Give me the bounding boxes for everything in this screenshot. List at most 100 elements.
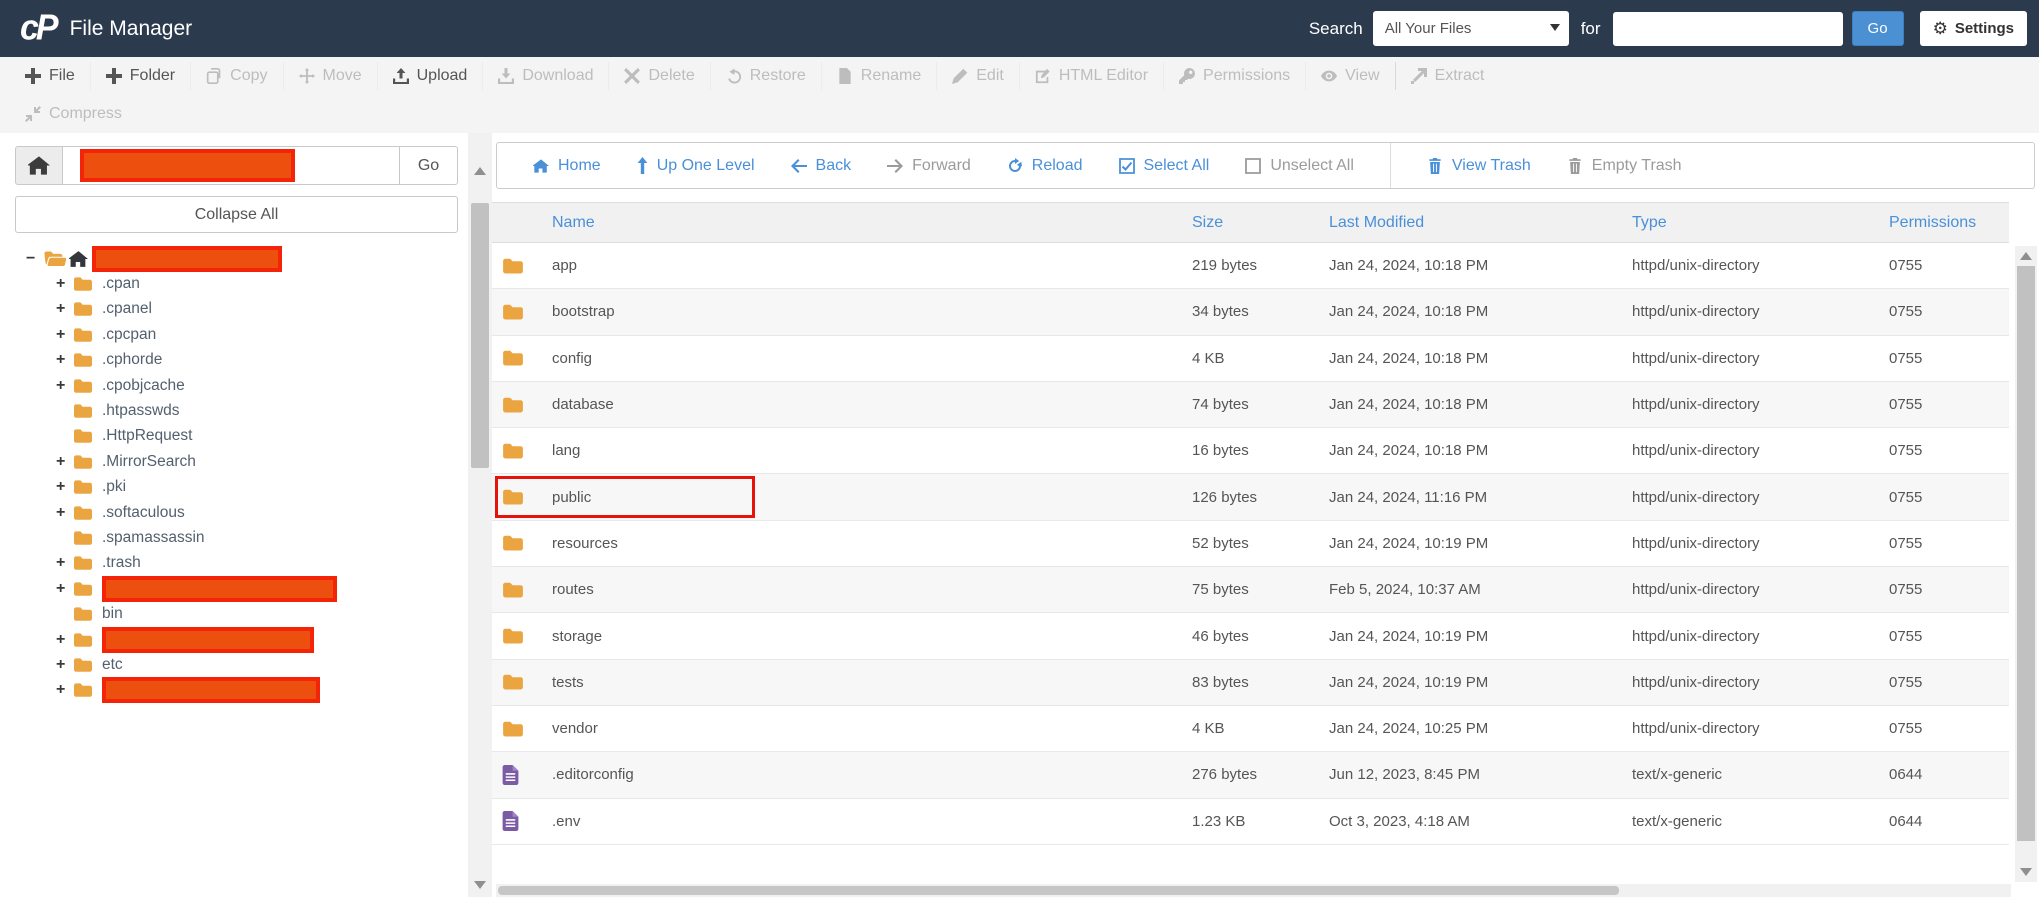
expand-icon[interactable]: + xyxy=(56,656,73,674)
settings-button[interactable]: ⚙ Settings xyxy=(1920,11,2027,46)
tree-item[interactable]: bin xyxy=(0,601,468,626)
tree-item[interactable]: .spamassassin xyxy=(0,525,468,550)
expand-icon[interactable]: + xyxy=(56,275,73,293)
table-row[interactable]: database 74 bytes Jan 24, 2024, 10:18 PM… xyxy=(492,382,2009,428)
horizontal-scrollbar[interactable] xyxy=(496,884,2011,897)
path-go-button[interactable]: Go xyxy=(400,146,458,185)
tree-item[interactable]: +.cpcpan xyxy=(0,322,468,347)
restore-button[interactable]: Restore xyxy=(710,62,821,90)
download-button[interactable]: Download xyxy=(482,62,608,90)
tree-item-root[interactable]: − xyxy=(0,246,468,271)
table-row[interactable]: lang 16 bytes Jan 24, 2024, 10:18 PM htt… xyxy=(492,428,2009,474)
compress-button[interactable]: Compress xyxy=(10,100,137,128)
table-row[interactable]: config 4 KB Jan 24, 2024, 10:18 PM httpd… xyxy=(492,336,2009,382)
expand-icon[interactable]: + xyxy=(56,554,73,572)
forward-button[interactable]: Forward xyxy=(887,157,971,175)
column-name[interactable]: Name xyxy=(492,214,1192,232)
reload-button[interactable]: Reload xyxy=(1007,157,1083,175)
expand-icon[interactable]: + xyxy=(56,504,73,522)
unselect-all-button[interactable]: Unselect All xyxy=(1245,157,1354,175)
column-type[interactable]: Type xyxy=(1632,214,1889,232)
folder-icon xyxy=(73,454,93,470)
expand-icon[interactable]: + xyxy=(56,326,73,344)
scrollbar-thumb[interactable] xyxy=(498,886,1619,895)
search-input[interactable] xyxy=(1613,12,1843,46)
table-scrollbar[interactable] xyxy=(2015,246,2037,882)
column-modified[interactable]: Last Modified xyxy=(1329,214,1632,232)
table-row[interactable]: vendor 4 KB Jan 24, 2024, 10:25 PM httpd… xyxy=(492,706,2009,752)
file-list-pane: Home Up One Level Back Forward Reload Se… xyxy=(492,133,2039,897)
tree-item[interactable]: .htpasswds xyxy=(0,398,468,423)
tree-item[interactable]: .HttpRequest xyxy=(0,424,468,449)
file-size: 276 bytes xyxy=(1192,766,1329,783)
table-row[interactable]: resources 52 bytes Jan 24, 2024, 10:19 P… xyxy=(492,521,2009,567)
tree-item[interactable]: +.cpobjcache xyxy=(0,373,468,398)
table-row-public[interactable]: public 126 bytes Jan 24, 2024, 11:16 PM … xyxy=(492,474,2009,520)
tree-item[interactable]: +.trash xyxy=(0,551,468,576)
tree-item[interactable]: + xyxy=(0,678,468,703)
view-trash-button[interactable]: View Trash xyxy=(1427,157,1531,175)
expand-icon[interactable]: + xyxy=(56,681,73,699)
delete-button[interactable]: Delete xyxy=(608,62,709,90)
scroll-up-arrow[interactable] xyxy=(474,167,486,175)
tree-item[interactable]: +.cpan xyxy=(0,271,468,296)
up-one-level-button[interactable]: Up One Level xyxy=(637,157,755,175)
back-button[interactable]: Back xyxy=(791,157,852,175)
tree-item[interactable]: +.MirrorSearch xyxy=(0,449,468,474)
file-permissions: 0755 xyxy=(1889,489,2009,506)
tree-item[interactable]: +.cphorde xyxy=(0,348,468,373)
collapse-all-button[interactable]: Collapse All xyxy=(15,196,458,233)
scroll-up-arrow[interactable] xyxy=(2020,252,2032,260)
scroll-down-arrow[interactable] xyxy=(2020,868,2032,876)
home-nav-button[interactable]: Home xyxy=(533,157,601,175)
tree-item[interactable]: + xyxy=(0,627,468,652)
file-name: vendor xyxy=(552,720,598,737)
html-editor-button[interactable]: HTML Editor xyxy=(1019,62,1163,90)
path-input[interactable] xyxy=(63,146,400,185)
collapse-expander[interactable]: − xyxy=(26,250,43,268)
upload-button[interactable]: Upload xyxy=(377,62,483,90)
table-row[interactable]: routes 75 bytes Feb 5, 2024, 10:37 AM ht… xyxy=(492,567,2009,613)
scroll-down-arrow[interactable] xyxy=(474,881,486,889)
expand-icon[interactable]: + xyxy=(56,453,73,471)
search-scope-select[interactable]: All Your Files xyxy=(1373,11,1569,46)
folder-button[interactable]: Folder xyxy=(90,62,190,90)
table-row[interactable]: .env 1.23 KB Oct 3, 2023, 4:18 AM text/x… xyxy=(492,799,2009,845)
expand-icon[interactable]: + xyxy=(56,351,73,369)
extract-button[interactable]: Extract xyxy=(1395,62,1500,90)
file-type: httpd/unix-directory xyxy=(1632,303,1889,320)
column-size[interactable]: Size xyxy=(1192,214,1329,232)
column-permissions[interactable]: Permissions xyxy=(1889,214,2009,232)
tree-item[interactable]: + xyxy=(0,576,468,601)
expand-icon[interactable]: + xyxy=(56,377,73,395)
move-button[interactable]: Move xyxy=(283,62,377,90)
home-path-button[interactable] xyxy=(15,146,63,185)
rename-button[interactable]: Rename xyxy=(821,62,936,90)
tree-item[interactable]: +etc xyxy=(0,652,468,677)
table-row[interactable]: tests 83 bytes Jan 24, 2024, 10:19 PM ht… xyxy=(492,660,2009,706)
view-button[interactable]: View xyxy=(1305,62,1394,90)
tree-item[interactable]: +.softaculous xyxy=(0,500,468,525)
select-all-button[interactable]: Select All xyxy=(1119,157,1210,175)
expand-icon[interactable]: + xyxy=(56,631,73,649)
expand-icon[interactable]: + xyxy=(56,478,73,496)
file-name: routes xyxy=(552,581,594,598)
search-go-button[interactable]: Go xyxy=(1852,11,1904,46)
file-modified: Jan 24, 2024, 10:19 PM xyxy=(1329,628,1632,645)
empty-trash-button[interactable]: Empty Trash xyxy=(1567,157,1682,175)
expand-icon[interactable]: + xyxy=(56,300,73,318)
file-button[interactable]: File xyxy=(10,62,90,90)
table-row[interactable]: bootstrap 34 bytes Jan 24, 2024, 10:18 P… xyxy=(492,289,2009,335)
table-row[interactable]: app 219 bytes Jan 24, 2024, 10:18 PM htt… xyxy=(492,243,2009,289)
copy-button[interactable]: Copy xyxy=(190,62,282,90)
scrollbar-thumb[interactable] xyxy=(471,203,489,468)
scrollbar-thumb[interactable] xyxy=(2017,266,2035,841)
table-row[interactable]: storage 46 bytes Jan 24, 2024, 10:19 PM … xyxy=(492,613,2009,659)
tree-item[interactable]: +.cpanel xyxy=(0,297,468,322)
expand-icon[interactable]: + xyxy=(56,580,73,598)
edit-button[interactable]: Edit xyxy=(936,62,1019,90)
sidebar-scrollbar[interactable] xyxy=(468,133,492,897)
tree-item[interactable]: +.pki xyxy=(0,475,468,500)
permissions-button[interactable]: Permissions xyxy=(1163,62,1305,90)
table-row[interactable]: .editorconfig 276 bytes Jun 12, 2023, 8:… xyxy=(492,752,2009,798)
